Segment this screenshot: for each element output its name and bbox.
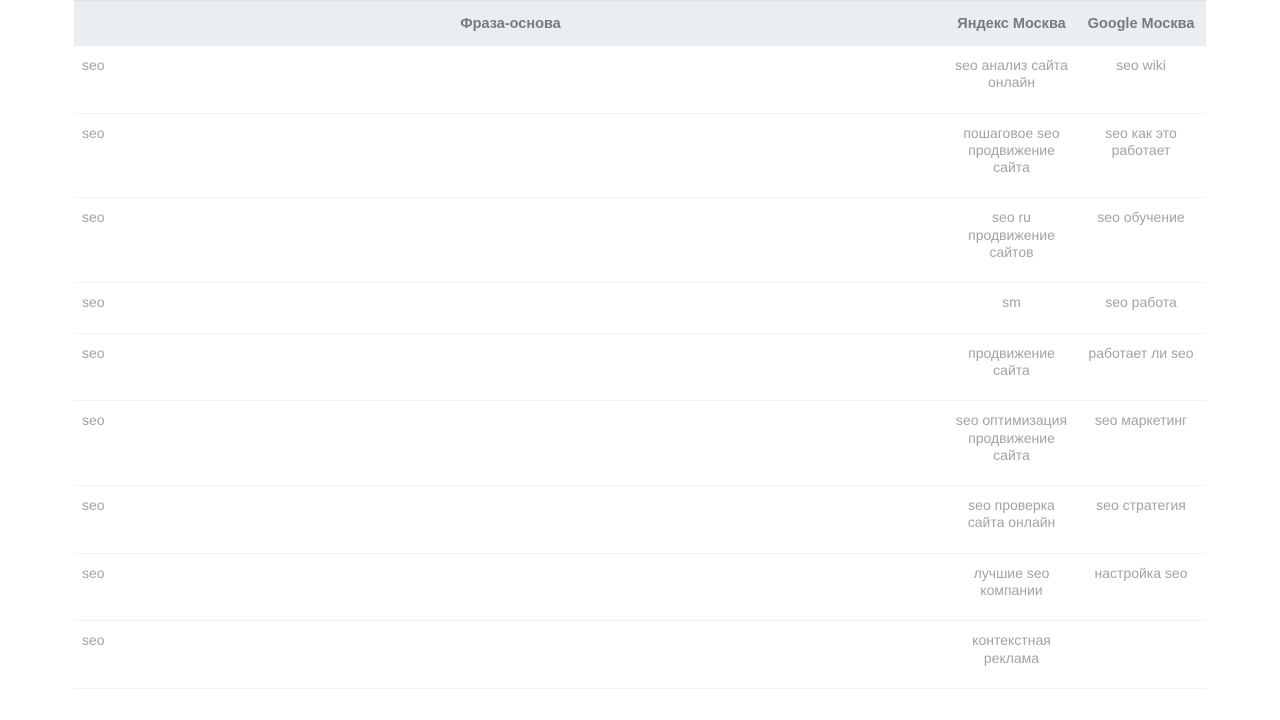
table-row: seo seo ru продвижение сайтов seo обучен… <box>74 197 1206 284</box>
cell-yandex: seo оптимизация продвижение сайта <box>947 400 1076 487</box>
column-header-yandex: Яндекс Москва <box>947 0 1076 46</box>
cell-google: seo обучение <box>1076 197 1206 284</box>
cell-google: seo стратегия <box>1076 485 1206 554</box>
keywords-table-container: Фраза-основа Яндекс Москва Google Москва… <box>74 0 1206 689</box>
header-row: Фраза-основа Яндекс Москва Google Москва <box>74 0 1206 46</box>
cell-phrase: seo <box>74 197 947 284</box>
keywords-table: Фраза-основа Яндекс Москва Google Москва… <box>74 0 1206 689</box>
table-row: seo контекстная реклама <box>74 620 1206 689</box>
cell-google: seo как это работает <box>1076 113 1206 199</box>
cell-phrase: seo <box>74 620 947 689</box>
table-body: seo seo анализ сайта онлайн seo wiki seo… <box>74 46 1206 689</box>
cell-phrase: seo <box>74 485 947 554</box>
cell-google: seo работа <box>1076 282 1206 334</box>
cell-yandex: sm <box>947 282 1076 334</box>
table-row: seo seo анализ сайта онлайн seo wiki <box>74 46 1206 114</box>
column-header-google: Google Москва <box>1076 0 1206 46</box>
cell-yandex: пошаговое seo продвижение сайта <box>947 113 1076 199</box>
cell-phrase: seo <box>74 46 947 114</box>
cell-phrase: seo <box>74 553 947 622</box>
table-header: Фраза-основа Яндекс Москва Google Москва <box>74 0 1206 46</box>
cell-yandex: контекстная реклама <box>947 620 1076 689</box>
cell-yandex: seo проверка сайта онлайн <box>947 485 1076 554</box>
cell-phrase: seo <box>74 113 947 199</box>
cell-phrase: seo <box>74 282 947 334</box>
cell-phrase: seo <box>74 400 947 487</box>
cell-yandex: seo анализ сайта онлайн <box>947 46 1076 114</box>
column-header-phrase: Фраза-основа <box>74 0 947 46</box>
cell-google: настройка seo <box>1076 553 1206 622</box>
cell-yandex: seo ru продвижение сайтов <box>947 197 1076 284</box>
cell-google: работает ли seo <box>1076 333 1206 402</box>
cell-phrase: seo <box>74 333 947 402</box>
table-row: seo пошаговое seo продвижение сайта seo … <box>74 113 1206 199</box>
table-row: seo продвижение сайта работает ли seo <box>74 333 1206 402</box>
cell-google <box>1076 620 1206 689</box>
table-row: seo seo оптимизация продвижение сайта se… <box>74 400 1206 487</box>
cell-yandex: лучшие seo компании <box>947 553 1076 622</box>
cell-google: seo маркетинг <box>1076 400 1206 487</box>
table-row: seo seo проверка сайта онлайн seo страте… <box>74 485 1206 554</box>
cell-yandex: продвижение сайта <box>947 333 1076 402</box>
cell-google: seo wiki <box>1076 46 1206 114</box>
table-row: seo sm seo работа <box>74 282 1206 334</box>
table-row: seo лучшие seo компании настройка seo <box>74 553 1206 622</box>
